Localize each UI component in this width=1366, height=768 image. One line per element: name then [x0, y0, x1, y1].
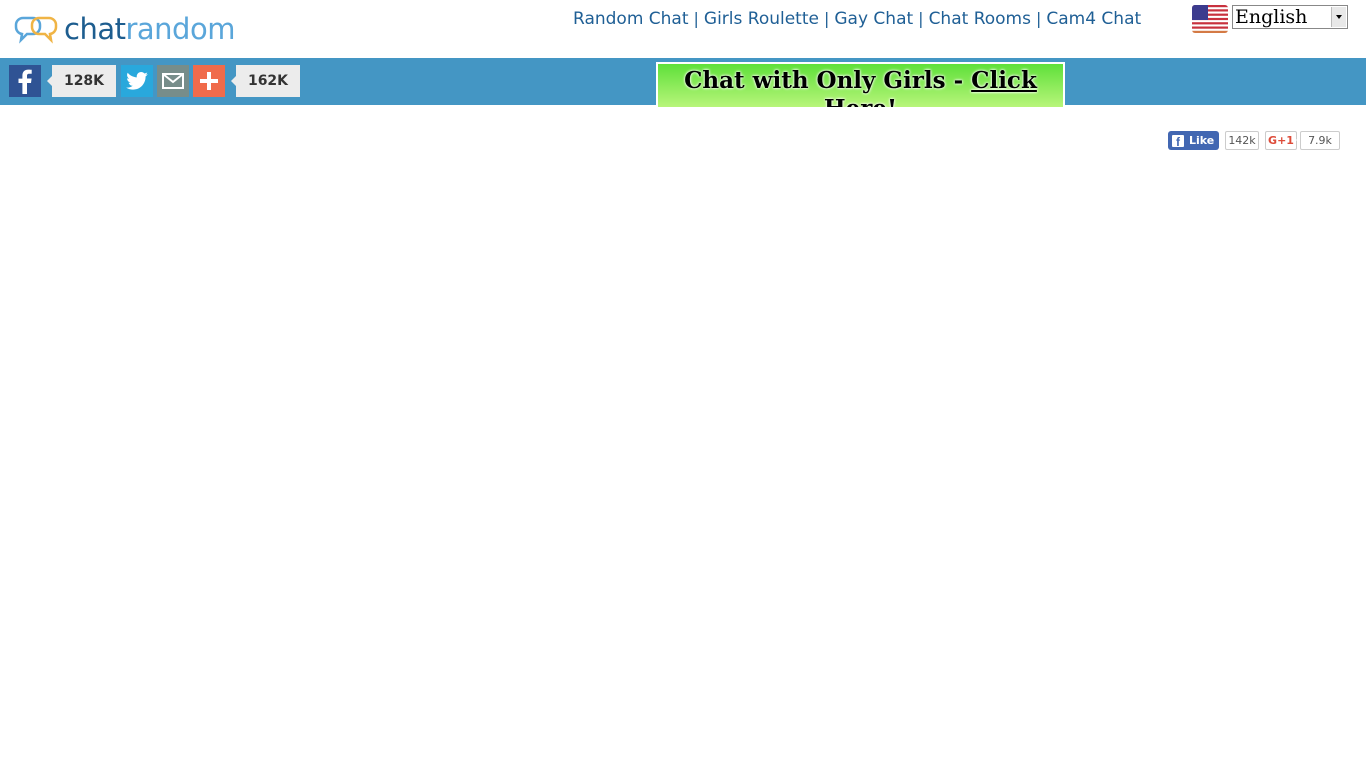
twitter-share-button[interactable]	[121, 65, 153, 97]
nav-cam4-chat[interactable]: Cam4 Chat	[1046, 9, 1141, 29]
nav-separator: |	[823, 9, 830, 28]
twitter-icon	[126, 72, 148, 90]
promo-text: Chat with Only Girls -	[684, 67, 972, 94]
logo-text-random: random	[125, 12, 235, 46]
dropdown-arrow-icon[interactable]	[1331, 7, 1346, 27]
plus-icon	[200, 72, 218, 90]
facebook-share-count: 128K	[47, 65, 116, 97]
chatrandom-logo[interactable]: chatrandom	[14, 12, 235, 46]
nav-girls-roulette[interactable]: Girls Roulette	[704, 9, 819, 29]
header: chatrandom Random Chat | Girls Roulette | Ga…	[0, 0, 1366, 58]
email-share-button[interactable]	[157, 65, 189, 97]
email-icon	[162, 73, 184, 89]
logo-text-chat: chat	[64, 12, 126, 46]
addthis-share-button[interactable]	[193, 65, 225, 97]
nav-chat-rooms[interactable]: Chat Rooms	[929, 9, 1031, 29]
google-plus-count: 7.9k	[1296, 131, 1340, 150]
nav-separator: |	[693, 9, 699, 28]
nav-random-chat[interactable]: Random Chat	[573, 9, 689, 29]
facebook-like-count: 142k	[1221, 131, 1259, 150]
google-plus-one-button[interactable]: G+1	[1265, 131, 1297, 150]
total-share-count: 162K	[231, 65, 300, 97]
language-selected: English	[1235, 6, 1308, 28]
facebook-share-button[interactable]	[9, 65, 41, 97]
nav-gay-chat[interactable]: Gay Chat	[834, 9, 913, 29]
chat-bubbles-icon	[14, 16, 58, 44]
facebook-icon: f	[1172, 134, 1184, 147]
promo-banner[interactable]: Chat with Only Girls - Click Here!	[656, 62, 1065, 107]
top-nav: Random Chat | Girls Roulette | Gay Chat | Chat…	[573, 9, 1141, 29]
nav-separator: |	[918, 9, 924, 28]
facebook-like-label: Like	[1189, 134, 1215, 147]
nav-separator: |	[1035, 9, 1042, 28]
language-select[interactable]: English	[1232, 5, 1348, 29]
us-flag-icon	[1192, 5, 1228, 33]
facebook-icon	[18, 69, 32, 94]
facebook-like-button[interactable]: f Like	[1168, 131, 1219, 150]
